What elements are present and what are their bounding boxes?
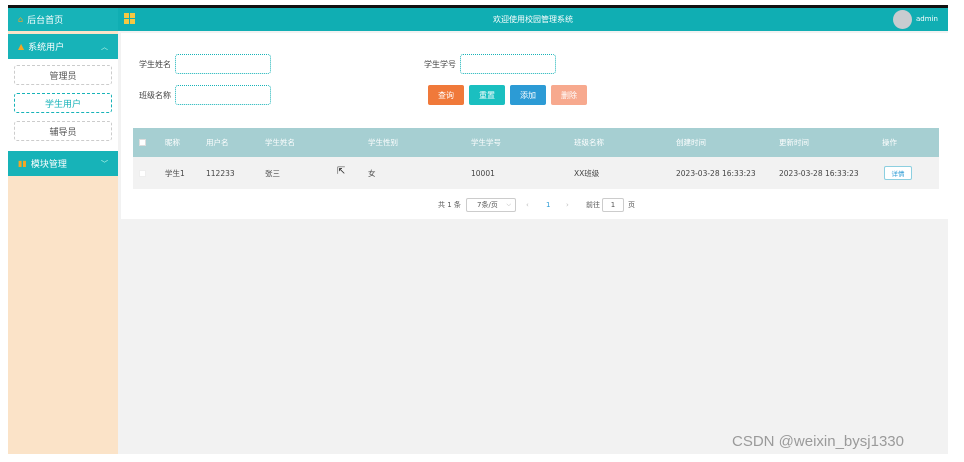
add-button[interactable]: 添加	[510, 85, 546, 105]
cell-gender: 女	[368, 168, 376, 178]
cell-class-name: XX班级	[574, 168, 600, 178]
sidebar-item-admin[interactable]: 管理员	[14, 65, 112, 85]
reset-button[interactable]: 重置	[469, 85, 505, 105]
home-icon: ⌂	[18, 15, 24, 24]
cell-nickname: 学生1	[165, 168, 185, 178]
main-panel: 学生姓名 学生学号 班级名称 查询 重置 添加 删除 昵称 用户名 学生姓名 学…	[121, 33, 948, 219]
user-icon: ▲	[18, 42, 25, 51]
prev-page-icon[interactable]: ‹	[526, 198, 529, 212]
goto-label: 前往	[586, 201, 600, 209]
pagination-total: 共 1 条	[438, 201, 461, 209]
cell-student-name: 张三	[265, 168, 280, 178]
column-header[interactable]: 用户名	[206, 128, 229, 157]
student-table: 昵称 用户名 学生姓名 学生性别 学生学号 班级名称 创建时间 更新时间 操作 …	[133, 128, 939, 189]
column-header[interactable]: 学生性别	[368, 128, 398, 157]
mouse-cursor-icon: ⇱	[337, 166, 346, 177]
sidebar-group-system-users[interactable]: ▲ 系统用户 ︿	[8, 34, 118, 59]
sidebar-item-label: 学生用户	[44, 99, 81, 110]
sidebar-group-label: 模块管理	[30, 160, 67, 170]
student-name-filter: 学生姓名	[139, 54, 271, 74]
sidebar-item-label: 辅导员	[49, 127, 77, 138]
module-icon: ▮▮	[18, 159, 27, 168]
cell-student-id: 10001	[471, 168, 495, 178]
column-header[interactable]: 学生学号	[471, 128, 501, 157]
chevron-up-icon: ︿	[101, 42, 108, 51]
sidebar: ⌂ 后台首页 ▲ 系统用户 ︿ 管理员 学生用户 辅导员 ▮▮ 模块管理 ﹀	[8, 8, 118, 454]
student-id-input[interactable]	[460, 54, 556, 74]
sidebar-item-label: 后台首页	[27, 16, 64, 26]
avatar[interactable]	[893, 10, 912, 29]
watermark: CSDN @weixin_bysj1330	[732, 433, 904, 450]
page-size-select[interactable]: 7条/页 ⌵	[466, 198, 516, 212]
chevron-down-icon: ⌵	[506, 201, 511, 208]
delete-button[interactable]: 删除	[551, 85, 587, 105]
cell-created-time: 2023-03-28 16:33:23	[676, 168, 756, 178]
detail-button[interactable]: 详情	[884, 166, 912, 180]
student-id-filter: 学生学号	[424, 54, 556, 74]
sidebar-group-module-management[interactable]: ▮▮ 模块管理 ﹀	[8, 151, 118, 176]
sidebar-group-label: 系统用户	[28, 43, 65, 53]
student-name-label: 学生姓名	[139, 59, 171, 69]
cell-updated-time: 2023-03-28 16:33:23	[779, 168, 859, 178]
class-name-input[interactable]	[175, 85, 271, 105]
page-title: 欢迎使用校园管理系统	[493, 15, 573, 24]
table-header: 昵称 用户名 学生姓名 学生性别 学生学号 班级名称 创建时间 更新时间 操作	[133, 128, 939, 157]
student-id-label: 学生学号	[424, 59, 456, 69]
query-button[interactable]: 查询	[428, 85, 464, 105]
column-header[interactable]: 学生姓名	[265, 128, 295, 157]
sidebar-item-counselor[interactable]: 辅导员	[14, 121, 112, 141]
goto-page-input[interactable]: 1	[602, 198, 624, 212]
sidebar-item-home[interactable]: ⌂ 后台首页	[8, 8, 118, 31]
column-header[interactable]: 班级名称	[574, 128, 604, 157]
app-frame: ⌂ 后台首页 ▲ 系统用户 ︿ 管理员 学生用户 辅导员 ▮▮ 模块管理 ﹀ 欢…	[8, 5, 948, 454]
class-name-filter: 班级名称	[139, 85, 271, 105]
cell-username: 112233	[206, 168, 235, 178]
page-suffix: 页	[628, 201, 635, 209]
column-header: 操作	[882, 138, 897, 147]
column-header[interactable]: 创建时间	[676, 128, 706, 157]
chevron-down-icon: ﹀	[101, 159, 108, 168]
username-label[interactable]: admin	[916, 15, 938, 23]
column-header[interactable]: 昵称	[165, 128, 180, 157]
select-all-checkbox[interactable]	[139, 128, 146, 157]
sidebar-submenu: 管理员 学生用户 辅导员	[8, 59, 118, 151]
sidebar-item-label: 管理员	[49, 71, 77, 82]
next-page-icon[interactable]: ›	[566, 198, 569, 212]
sidebar-item-student-users[interactable]: 学生用户	[14, 93, 112, 113]
pagination: 共 1 条 7条/页 ⌵ ‹ 1 › 前往 1 页	[121, 198, 948, 212]
row-checkbox[interactable]	[139, 157, 146, 189]
student-name-input[interactable]	[175, 54, 271, 74]
column-header[interactable]: 更新时间	[779, 128, 809, 157]
class-name-label: 班级名称	[139, 90, 171, 100]
detail-button-wrap: 详情	[884, 157, 912, 189]
table-row[interactable]: 学生1 112233 张三 女 10001 XX班级 2023-03-28 16…	[133, 157, 939, 189]
top-header: 欢迎使用校园管理系统 admin	[118, 8, 948, 31]
page-size-value: 7条/页	[477, 201, 498, 209]
page-number-current[interactable]: 1	[546, 198, 550, 212]
